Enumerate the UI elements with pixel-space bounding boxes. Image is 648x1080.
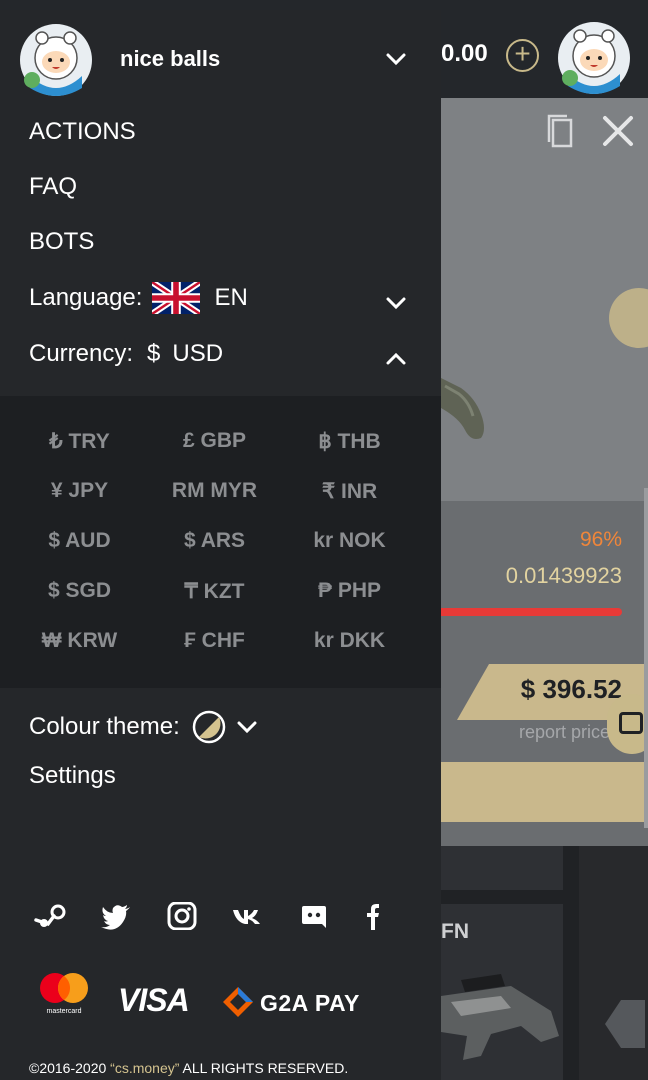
g2a-pay-logo: G2A PAY	[260, 990, 360, 1016]
item-card: 96% 0.01439923 $ 396.52 report price	[441, 98, 648, 846]
currency-option[interactable]: ₣ CHF	[141, 629, 288, 653]
currency-value: USD	[172, 340, 224, 367]
mastercard-text: mastercard	[46, 1008, 81, 1015]
buy-button[interactable]	[441, 762, 648, 822]
chat-icon	[619, 712, 643, 734]
profile-avatar-icon[interactable]	[558, 22, 630, 94]
wear-bar	[441, 608, 622, 616]
currency-option[interactable]: $ ARS	[141, 529, 288, 553]
inventory-grid: FN	[441, 846, 648, 1080]
chevron-down-icon[interactable]	[385, 48, 407, 70]
currency-selector[interactable]: Currency: $ USD	[29, 340, 223, 368]
copyright-brand[interactable]: “cs.money”	[110, 1060, 179, 1076]
inventory-tile[interactable]	[441, 846, 563, 890]
chevron-down-icon	[237, 721, 257, 734]
copy-icon[interactable]	[547, 114, 573, 148]
wear-percent: 96%	[579, 528, 622, 551]
currency-option[interactable]: ₺ TRY	[6, 429, 153, 454]
report-price-link[interactable]: report price	[519, 722, 610, 743]
currency-list: ₺ TRY £ GBP ฿ THB ¥ JPY RM MYR ₹ INR $ A…	[0, 396, 441, 688]
add-funds-button[interactable]: +	[506, 39, 539, 72]
currency-option[interactable]: ₹ INR	[276, 479, 423, 504]
currency-option[interactable]: ₸ KZT	[141, 579, 288, 604]
user-avatar	[20, 24, 92, 96]
chevron-down-icon[interactable]	[385, 292, 407, 314]
copyright-suffix: ALL RIGHTS RESERVED.	[179, 1060, 349, 1076]
vk-icon[interactable]	[232, 902, 264, 930]
nav-faq[interactable]: FAQ	[29, 173, 77, 201]
theme-selector[interactable]: Colour theme:	[29, 710, 258, 744]
discord-icon[interactable]	[298, 902, 330, 930]
top-strip	[0, 0, 648, 10]
currency-option[interactable]: ₱ PHP	[276, 579, 423, 603]
chevron-up-icon[interactable]	[385, 348, 407, 370]
instagram-icon[interactable]	[166, 902, 198, 930]
currency-option[interactable]: RM MYR	[141, 479, 288, 503]
currency-symbol: $	[147, 340, 161, 367]
scrollbar[interactable]	[644, 488, 648, 828]
item-condition: FN	[441, 920, 469, 943]
currency-option[interactable]: kr NOK	[276, 529, 423, 553]
knife-image	[441, 378, 484, 439]
g2a-diamond-icon	[223, 987, 253, 1017]
item-price: $ 396.52	[520, 674, 622, 704]
float-value: 0.01439923	[505, 563, 622, 588]
twitter-icon[interactable]	[100, 902, 132, 930]
theme-icon	[192, 710, 225, 744]
currency-option[interactable]: $ AUD	[6, 529, 153, 553]
currency-option[interactable]: kr DKK	[276, 629, 423, 653]
language-value: EN	[214, 284, 248, 311]
close-icon[interactable]	[601, 114, 635, 148]
copyright-prefix: ©2016-2020	[29, 1060, 111, 1076]
facebook-icon[interactable]	[358, 902, 390, 930]
copyright: ©2016-2020 “cs.money” ALL RIGHTS RESERVE…	[29, 1060, 348, 1076]
nav-actions[interactable]: ACTIONS	[29, 118, 136, 146]
uk-flag-icon	[152, 282, 201, 314]
side-menu: nice balls ACTIONS FAQ BOTS Language: EN…	[0, 10, 441, 1080]
balance-value: 0.00	[441, 40, 488, 67]
nav-settings[interactable]: Settings	[29, 762, 116, 790]
user-row[interactable]: nice balls	[0, 10, 441, 110]
language-selector[interactable]: Language: EN	[29, 282, 248, 314]
currency-option[interactable]: ₩ KRW	[6, 629, 153, 653]
language-label: Language:	[29, 284, 143, 311]
theme-label: Colour theme:	[29, 713, 180, 740]
rifle-image	[441, 974, 559, 1060]
steam-icon[interactable]	[34, 902, 66, 930]
currency-option[interactable]: £ GBP	[141, 429, 288, 453]
currency-label: Currency:	[29, 340, 134, 367]
nav-bots[interactable]: BOTS	[29, 228, 94, 256]
username: nice balls	[120, 46, 221, 71]
currency-option[interactable]: ¥ JPY	[6, 479, 153, 503]
currency-option[interactable]: $ SGD	[6, 579, 153, 603]
currency-option[interactable]: ฿ THB	[276, 429, 423, 454]
mastercard-logo: mastercard	[40, 973, 88, 1015]
visa-logo: VISA	[118, 982, 190, 1018]
